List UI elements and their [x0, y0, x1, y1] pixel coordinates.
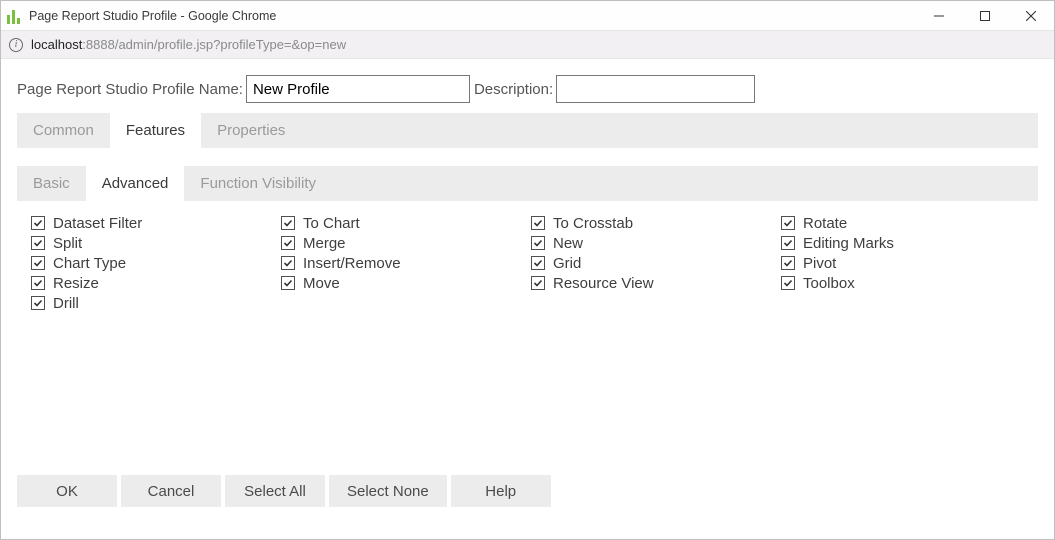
feature-row: To Crosstab	[531, 213, 781, 233]
feature-label: Drill	[53, 295, 79, 312]
feature-row: New	[531, 233, 781, 253]
feature-label: To Chart	[303, 215, 360, 232]
sub-tabstrip: Basic Advanced Function Visibility	[17, 166, 1038, 201]
profile-name-input[interactable]	[246, 75, 470, 103]
feature-row: Move	[281, 273, 531, 293]
feature-checkbox[interactable]	[281, 236, 295, 250]
feature-checkbox[interactable]	[531, 276, 545, 290]
feature-row: Insert/Remove	[281, 253, 531, 273]
feature-row: Resize	[31, 273, 281, 293]
maximize-button[interactable]	[962, 1, 1008, 31]
cancel-button[interactable]: Cancel	[121, 475, 221, 507]
feature-label: Resource View	[553, 275, 654, 292]
window-titlebar: Page Report Studio Profile - Google Chro…	[1, 1, 1054, 31]
features-grid: Dataset Filter Split Chart Type Resize Drill…	[17, 213, 1038, 313]
feature-checkbox[interactable]	[531, 256, 545, 270]
feature-label: Resize	[53, 275, 99, 292]
feature-row: Split	[31, 233, 281, 253]
feature-row: Resource View	[531, 273, 781, 293]
feature-label: Dataset Filter	[53, 215, 142, 232]
feature-row: To Chart	[281, 213, 531, 233]
feature-row: Merge	[281, 233, 531, 253]
profile-name-label: Page Report Studio Profile Name:	[17, 81, 243, 98]
feature-row: Editing Marks	[781, 233, 1031, 253]
feature-label: Toolbox	[803, 275, 855, 292]
help-button[interactable]: Help	[451, 475, 551, 507]
select-none-button[interactable]: Select None	[329, 475, 447, 507]
feature-row: Toolbox	[781, 273, 1031, 293]
subtab-function-visibility[interactable]: Function Visibility	[184, 166, 332, 201]
feature-checkbox[interactable]	[781, 236, 795, 250]
close-button[interactable]	[1008, 1, 1054, 31]
feature-checkbox[interactable]	[31, 276, 45, 290]
url-host: localhost	[31, 37, 82, 52]
url-path: :8888/admin/profile.jsp?profileType=&op=…	[82, 37, 346, 52]
minimize-button[interactable]	[916, 1, 962, 31]
feature-label: Insert/Remove	[303, 255, 401, 272]
feature-label: Grid	[553, 255, 581, 272]
feature-checkbox[interactable]	[531, 236, 545, 250]
feature-row: Pivot	[781, 253, 1031, 273]
profile-desc-input[interactable]	[556, 75, 755, 103]
feature-checkbox[interactable]	[31, 296, 45, 310]
feature-label: Chart Type	[53, 255, 126, 272]
features-column: Dataset Filter Split Chart Type Resize Drill	[31, 213, 281, 313]
feature-checkbox[interactable]	[281, 276, 295, 290]
subtab-basic[interactable]: Basic	[17, 166, 86, 201]
tab-common[interactable]: Common	[17, 113, 110, 148]
feature-row: Grid	[531, 253, 781, 273]
feature-checkbox[interactable]	[781, 216, 795, 230]
window-title: Page Report Studio Profile - Google Chro…	[29, 9, 276, 23]
features-column: To Chart Merge Insert/Remove Move	[281, 213, 531, 313]
feature-label: New	[553, 235, 583, 252]
feature-row: Drill	[31, 293, 281, 313]
feature-row: Dataset Filter	[31, 213, 281, 233]
feature-label: Split	[53, 235, 82, 252]
features-column: To Crosstab New Grid Resource View	[531, 213, 781, 313]
tab-properties[interactable]: Properties	[201, 113, 301, 148]
feature-label: Editing Marks	[803, 235, 894, 252]
address-bar: i localhost:8888/admin/profile.jsp?profi…	[1, 31, 1054, 59]
profile-desc-label: Description:	[474, 81, 553, 98]
main-tabstrip: Common Features Properties	[17, 113, 1038, 148]
app-icon	[7, 8, 23, 24]
ok-button[interactable]: OK	[17, 475, 117, 507]
feature-row: Chart Type	[31, 253, 281, 273]
feature-row: Rotate	[781, 213, 1031, 233]
feature-checkbox[interactable]	[781, 276, 795, 290]
feature-label: Pivot	[803, 255, 836, 272]
features-column: Rotate Editing Marks Pivot Toolbox	[781, 213, 1031, 313]
feature-checkbox[interactable]	[31, 256, 45, 270]
feature-checkbox[interactable]	[281, 216, 295, 230]
feature-label: Move	[303, 275, 340, 292]
feature-checkbox[interactable]	[31, 216, 45, 230]
footer-buttons: OK Cancel Select All Select None Help	[17, 475, 551, 507]
select-all-button[interactable]: Select All	[225, 475, 325, 507]
feature-checkbox[interactable]	[31, 236, 45, 250]
tab-features[interactable]: Features	[110, 113, 201, 148]
profile-form-row: Page Report Studio Profile Name: Descrip…	[17, 75, 1038, 103]
feature-checkbox[interactable]	[781, 256, 795, 270]
subtab-advanced[interactable]: Advanced	[86, 166, 185, 201]
site-info-icon[interactable]: i	[9, 38, 23, 52]
feature-label: To Crosstab	[553, 215, 633, 232]
feature-checkbox[interactable]	[531, 216, 545, 230]
feature-checkbox[interactable]	[281, 256, 295, 270]
feature-label: Rotate	[803, 215, 847, 232]
feature-label: Merge	[303, 235, 346, 252]
